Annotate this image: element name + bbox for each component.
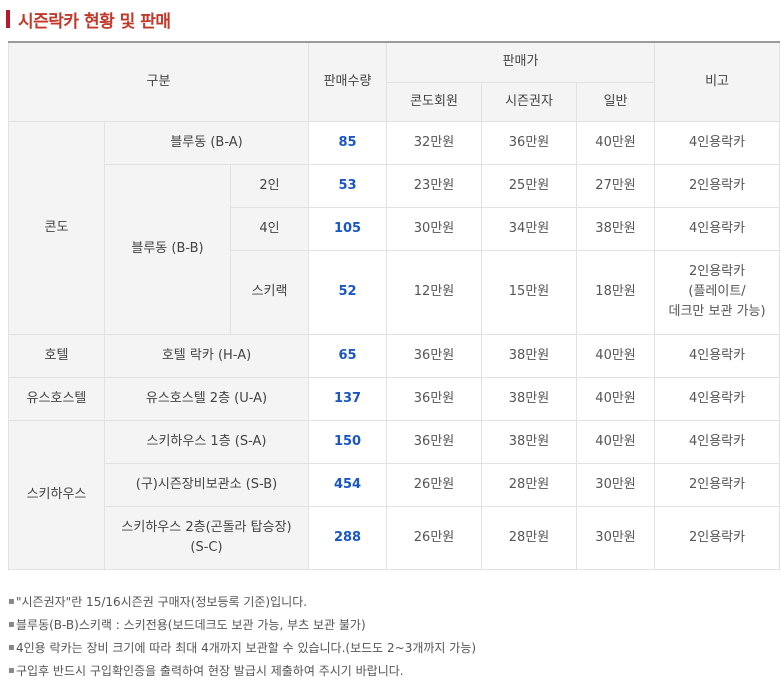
note-text: "시즌권자"란 15/16시즌권 구매자(정보등록 기준)입니다.: [16, 594, 308, 609]
sales-quantity: 53: [308, 163, 388, 208]
row-subtype: 2인: [229, 163, 310, 208]
price-condo-member: 36만원: [386, 419, 483, 464]
remark: 4인용락카: [654, 333, 781, 378]
price-season-pass: 28만원: [481, 505, 578, 570]
price-season-pass: 15만원: [481, 249, 578, 335]
price-general: 40만원: [576, 376, 656, 421]
price-general: 18만원: [576, 249, 656, 335]
price-season-pass: 34만원: [481, 206, 578, 251]
sales-quantity: 52: [308, 249, 388, 335]
sales-quantity: 454: [308, 462, 388, 507]
price-general: 27만원: [576, 163, 656, 208]
remark: 4인용락카: [654, 419, 781, 464]
header-price: 판매가: [386, 41, 656, 83]
price-condo-member: 12만원: [386, 249, 483, 335]
remark: 2인용락카 (플레이트/ 데크만 보관 가능): [654, 249, 781, 335]
price-condo-member: 36만원: [386, 376, 483, 421]
sales-quantity: 137: [308, 376, 388, 421]
row-name: 스키하우스 1층 (S-A): [103, 419, 310, 464]
note-item: ▪ 4인용 락카는 장비 크기에 따라 최대 4개까지 보관할 수 있습니다.(…: [8, 636, 476, 659]
remark: 4인용락카: [654, 376, 781, 421]
sales-quantity: 150: [308, 419, 388, 464]
price-season-pass: 38만원: [481, 419, 578, 464]
locker-price-table: 구분 판매수량 판매가 비고 콘도회원 시즌권자 일반 콘도 블루동 (B-A)…: [7, 41, 781, 570]
price-condo-member: 26만원: [386, 505, 483, 570]
price-general: 40만원: [576, 120, 656, 165]
group-youth-hostel: 유스호스텔: [8, 376, 105, 421]
group-condo: 콘도: [8, 120, 105, 335]
note-text: 4인용 락카는 장비 크기에 따라 최대 4개까지 보관할 수 있습니다.(보드…: [16, 640, 477, 655]
price-general: 30만원: [576, 505, 656, 570]
remark: 2인용락카: [654, 462, 781, 507]
page-title-text: 시즌락카 현황 및 판매: [18, 11, 171, 32]
row-subtype: 4인: [229, 206, 310, 251]
remark: 2인용락카: [654, 163, 781, 208]
price-season-pass: 25만원: [481, 163, 578, 208]
header-remarks: 비고: [654, 41, 781, 122]
price-condo-member: 26만원: [386, 462, 483, 507]
row-name: (구)시즌장비보관소 (S-B): [103, 462, 310, 507]
header-general: 일반: [576, 81, 656, 122]
price-condo-member: 32만원: [386, 120, 483, 165]
price-condo-member: 36만원: [386, 333, 483, 378]
header-season-pass: 시즌권자: [481, 81, 578, 122]
remark: 4인용락카: [654, 206, 781, 251]
sales-quantity: 105: [308, 206, 388, 251]
remark: 2인용락카: [654, 505, 781, 570]
price-general: 38만원: [576, 206, 656, 251]
sales-quantity: 65: [308, 333, 388, 378]
note-text: 블루동(B-B)스키랙 : 스키전용(보드데크도 보관 가능, 부츠 보관 불가…: [16, 617, 366, 632]
title-marker: [6, 10, 10, 28]
price-season-pass: 28만원: [481, 462, 578, 507]
bullet-icon: ▪: [8, 664, 15, 676]
price-condo-member: 30만원: [386, 206, 483, 251]
notes-list: ▪ "시즌권자"란 15/16시즌권 구매자(정보등록 기준)입니다. ▪ 블루…: [8, 590, 476, 682]
price-condo-member: 23만원: [386, 163, 483, 208]
sales-quantity: 85: [308, 120, 388, 165]
row-name: 블루동 (B-B): [104, 163, 231, 335]
note-text: 구입후 반드시 구입확인증을 출력하여 현장 발급시 제출하여 주시기 바랍니다…: [16, 663, 404, 678]
bullet-icon: ▪: [8, 595, 15, 607]
row-subtype: 스키랙: [229, 249, 310, 335]
price-season-pass: 38만원: [481, 333, 578, 378]
note-item: ▪ 구입후 반드시 구입확인증을 출력하여 현장 발급시 제출하여 주시기 바랍…: [8, 659, 476, 682]
bullet-icon: ▪: [8, 618, 15, 630]
row-name: 스키하우스 2층(곤돌라 탑승장) (S-C): [103, 505, 310, 570]
remark: 4인용락카: [654, 120, 781, 165]
price-general: 40만원: [576, 419, 656, 464]
note-item: ▪ "시즌권자"란 15/16시즌권 구매자(정보등록 기준)입니다.: [8, 590, 476, 613]
row-name: 호텔 락카 (H-A): [103, 333, 310, 378]
header-condo-member: 콘도회원: [386, 81, 483, 122]
price-general: 30만원: [576, 462, 656, 507]
price-general: 40만원: [576, 333, 656, 378]
page-title: 시즌락카 현황 및 판매: [6, 8, 171, 32]
group-hotel: 호텔: [8, 333, 105, 378]
note-item: ▪ 블루동(B-B)스키랙 : 스키전용(보드데크도 보관 가능, 부츠 보관 …: [8, 613, 476, 636]
price-season-pass: 38만원: [481, 376, 578, 421]
bullet-icon: ▪: [8, 641, 15, 653]
header-category: 구분: [7, 41, 310, 122]
group-ski-house: 스키하우스: [8, 419, 105, 570]
sales-quantity: 288: [308, 505, 388, 570]
row-name: 블루동 (B-A): [103, 120, 310, 165]
header-quantity: 판매수량: [308, 41, 388, 122]
price-season-pass: 36만원: [481, 120, 578, 165]
row-name: 유스호스텔 2층 (U-A): [103, 376, 310, 421]
